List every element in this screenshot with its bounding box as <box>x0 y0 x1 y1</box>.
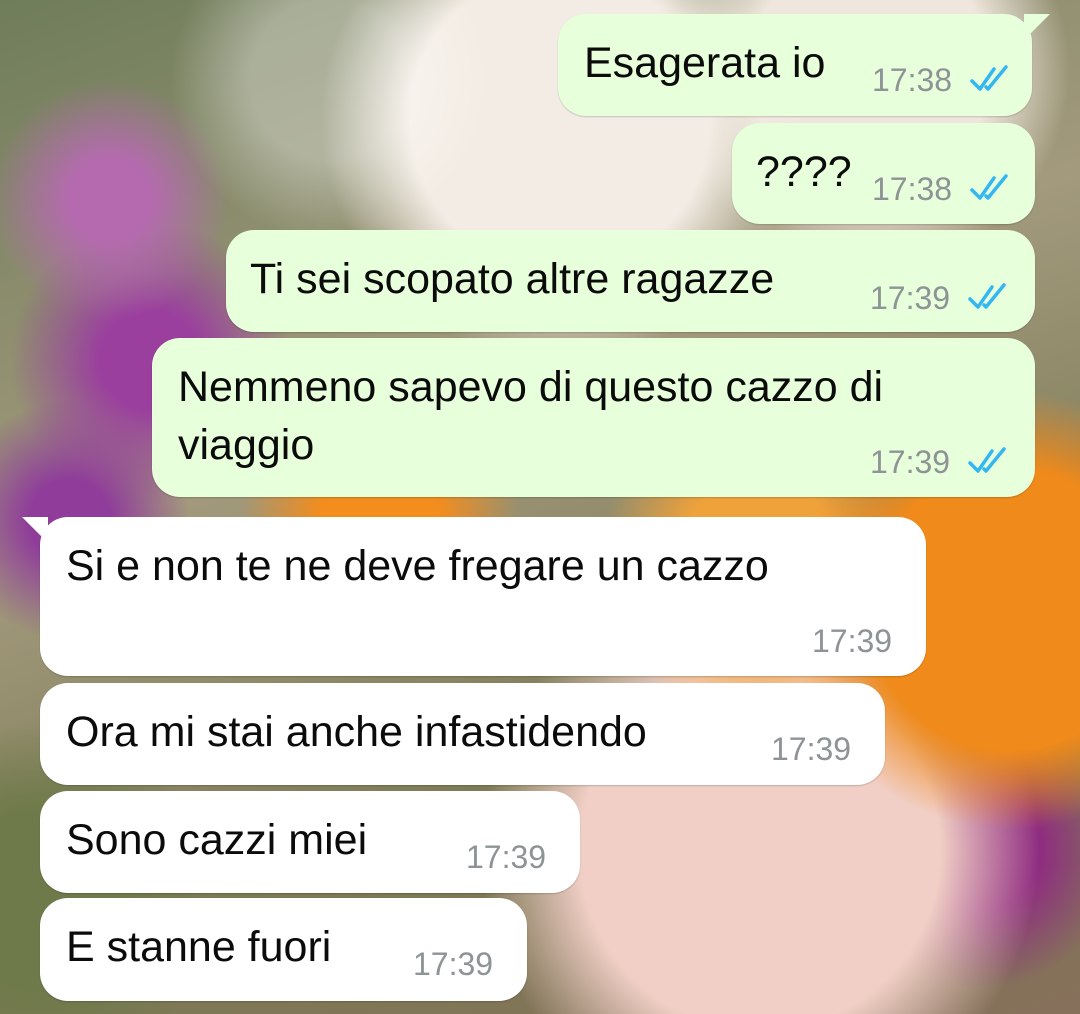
message-text: ???? <box>756 148 852 196</box>
double-check-icon <box>968 447 1006 473</box>
double-check-icon <box>970 65 1008 91</box>
message-text: Ora mi stai anche infastidendo <box>66 708 647 756</box>
message-bubble-outgoing[interactable]: Esagerata io 17:38 <box>558 14 1050 116</box>
message-text: E stanne fuori <box>66 923 332 971</box>
double-check-icon <box>968 283 1006 309</box>
message-time: 17:39 <box>870 280 951 316</box>
message-time: 17:38 <box>872 171 953 207</box>
message-bubble-incoming[interactable]: Si e non te ne deve fregare un cazzo 17:… <box>22 517 926 676</box>
message-time: 17:39 <box>466 839 547 875</box>
message-text-line: viaggio <box>178 421 315 469</box>
message-text: Esagerata io <box>584 39 826 87</box>
message-time: 17:39 <box>812 623 893 659</box>
message-time: 17:38 <box>872 62 953 98</box>
message-time: 17:39 <box>771 731 852 767</box>
message-text-line: Nemmeno sapevo di questo cazzo di <box>178 363 884 411</box>
message-text: Si e non te ne deve fregare un cazzo <box>66 542 769 590</box>
message-bubble-incoming[interactable]: Ora mi stai anche infastidendo 17:39 <box>40 683 885 785</box>
message-time: 17:39 <box>413 946 494 982</box>
bubble-tail <box>22 517 48 543</box>
bubble-tail <box>1024 14 1050 40</box>
message-time: 17:39 <box>870 444 951 480</box>
double-check-icon <box>970 174 1008 200</box>
message-text: Ti sei scopato altre ragazze <box>250 255 775 303</box>
message-bubble-incoming[interactable]: E stanne fuori 17:39 <box>40 898 527 1001</box>
message-bubble-outgoing[interactable]: Nemmeno sapevo di questo cazzo di viaggi… <box>152 338 1035 497</box>
message-bubble-outgoing[interactable]: ???? 17:38 <box>732 123 1035 224</box>
message-text: Sono cazzi miei <box>66 816 368 864</box>
message-bubble-incoming[interactable]: Sono cazzi miei 17:39 <box>40 791 580 893</box>
message-bubble-outgoing[interactable]: Ti sei scopato altre ragazze 17:39 <box>226 230 1035 332</box>
